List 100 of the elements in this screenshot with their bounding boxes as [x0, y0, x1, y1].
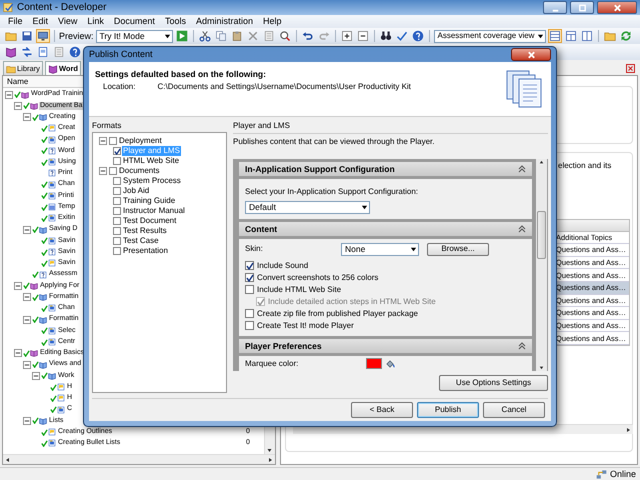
down-arrow-icon[interactable] — [265, 446, 274, 454]
right-arrow-icon[interactable] — [625, 426, 631, 432]
collapse-toggle[interactable] — [14, 282, 22, 290]
checkbox[interactable] — [245, 261, 254, 270]
expand-button[interactable] — [340, 29, 354, 43]
tree-item[interactable]: Documents — [118, 166, 160, 176]
checkbox[interactable] — [245, 285, 254, 294]
tree-item[interactable]: Training Guide — [122, 196, 176, 206]
close-button[interactable] — [511, 48, 551, 61]
configuration-dropdown[interactable]: Default — [245, 200, 370, 214]
color-swatch[interactable] — [366, 358, 382, 370]
monitor-button[interactable] — [36, 29, 50, 43]
collapse-toggle[interactable] — [23, 113, 31, 122]
layout-button[interactable] — [580, 29, 594, 43]
checkbox[interactable] — [245, 273, 254, 282]
scrollbar[interactable] — [3, 454, 275, 464]
section-header[interactable]: In-Application Support Configuration — [239, 162, 532, 176]
dialog-button[interactable]: < Back — [351, 402, 413, 418]
tree-item[interactable]: System Process — [122, 176, 182, 186]
checkbox[interactable] — [113, 237, 121, 245]
collapse-toggle[interactable] — [23, 416, 31, 425]
checkbox[interactable] — [113, 217, 121, 225]
cut-button[interactable] — [198, 29, 212, 43]
collapse-toggle[interactable] — [23, 360, 31, 369]
checkbox[interactable] — [113, 197, 121, 205]
collapse-toggle[interactable] — [5, 90, 13, 99]
checkbox[interactable] — [113, 247, 121, 255]
caret-icon[interactable] — [410, 246, 417, 253]
section-header[interactable]: Content — [239, 222, 532, 236]
tree-item[interactable]: HTML Web Site — [122, 156, 180, 166]
checkbox[interactable] — [113, 147, 121, 155]
collapse-icon[interactable] — [518, 224, 526, 233]
caret-icon[interactable] — [164, 32, 171, 40]
delete-button[interactable] — [246, 29, 260, 43]
dialog-button[interactable]: Cancel — [483, 402, 545, 418]
arrows-button[interactable] — [20, 45, 34, 59]
menu-item[interactable]: Link — [87, 16, 104, 27]
help-button[interactable] — [410, 29, 425, 43]
options-settings-button[interactable]: Use Options Settings — [439, 375, 548, 391]
view-dropdown[interactable]: Assessment coverage view — [434, 30, 546, 42]
minimize-button[interactable] — [543, 1, 567, 14]
checkbox[interactable] — [245, 321, 254, 330]
tree-item[interactable]: Presentation — [122, 246, 169, 256]
spellcheck-button[interactable] — [394, 29, 409, 43]
tree-item[interactable]: Job Aid — [122, 186, 150, 196]
checkbox[interactable] — [113, 187, 121, 195]
menu-item[interactable]: Administration — [196, 16, 253, 27]
tree-item[interactable]: Test Results — [122, 226, 168, 236]
collapse-toggle[interactable] — [99, 167, 107, 175]
tree-item[interactable]: Test Case — [122, 236, 160, 246]
tree-item[interactable]: Instructor Manual — [122, 206, 186, 216]
collapse-icon[interactable] — [518, 342, 526, 350]
layout-button[interactable] — [548, 29, 562, 43]
maximize-button[interactable] — [570, 1, 594, 14]
collapse-toggle[interactable] — [14, 349, 22, 358]
checkbox[interactable] — [113, 157, 121, 165]
tree-item[interactable]: Test Document — [122, 216, 178, 226]
save-button[interactable] — [20, 29, 34, 43]
menu-item[interactable]: Edit — [32, 16, 48, 27]
close-button[interactable] — [597, 1, 637, 14]
magnifier-button[interactable] — [278, 29, 292, 43]
collapse-icon[interactable] — [518, 165, 526, 173]
collapse-toggle[interactable] — [99, 137, 107, 145]
skin-dropdown[interactable]: None — [341, 242, 419, 256]
collapse-toggle[interactable] — [32, 372, 40, 380]
collapse-toggle[interactable] — [23, 226, 31, 234]
tree-item[interactable]: Deployment — [118, 136, 163, 146]
find-button[interactable] — [378, 29, 393, 43]
right-arrow-icon[interactable] — [267, 456, 273, 462]
document-button[interactable] — [36, 45, 50, 59]
collapse-toggle[interactable] — [14, 102, 22, 110]
menu-item[interactable]: Help — [262, 16, 282, 27]
book-button[interactable] — [4, 45, 18, 59]
play-button[interactable] — [174, 29, 189, 43]
menu-item[interactable]: Document — [114, 16, 155, 27]
menu-item[interactable]: File — [8, 16, 23, 27]
menu-item[interactable]: Tools — [164, 16, 186, 27]
collapse-button[interactable] — [356, 29, 370, 43]
section-header[interactable]: Player Preferences — [239, 338, 532, 353]
left-arrow-icon[interactable] — [5, 456, 11, 462]
collapse-toggle[interactable] — [23, 316, 31, 324]
checkbox[interactable] — [109, 137, 117, 145]
layout-button[interactable] — [564, 29, 578, 43]
refresh-button[interactable] — [619, 29, 634, 43]
scroll-thumb[interactable] — [537, 211, 546, 259]
checkbox[interactable] — [109, 167, 117, 175]
down-arrow-icon[interactable] — [538, 364, 545, 371]
paint-bucket-icon[interactable] — [385, 358, 395, 369]
preview-dropdown[interactable]: Try It! Mode — [96, 30, 173, 42]
up-arrow-icon[interactable] — [538, 159, 545, 166]
collapse-toggle[interactable] — [23, 293, 31, 302]
copy-button[interactable] — [214, 29, 228, 43]
help-button[interactable] — [68, 45, 82, 59]
caret-icon[interactable] — [361, 204, 368, 211]
browse-button[interactable]: Browse... — [427, 242, 489, 256]
checkbox[interactable] — [113, 207, 121, 215]
close-icon[interactable] — [626, 64, 635, 73]
caret-icon[interactable] — [537, 32, 544, 40]
checkbox[interactable] — [245, 309, 254, 318]
checkbox[interactable] — [113, 227, 121, 235]
